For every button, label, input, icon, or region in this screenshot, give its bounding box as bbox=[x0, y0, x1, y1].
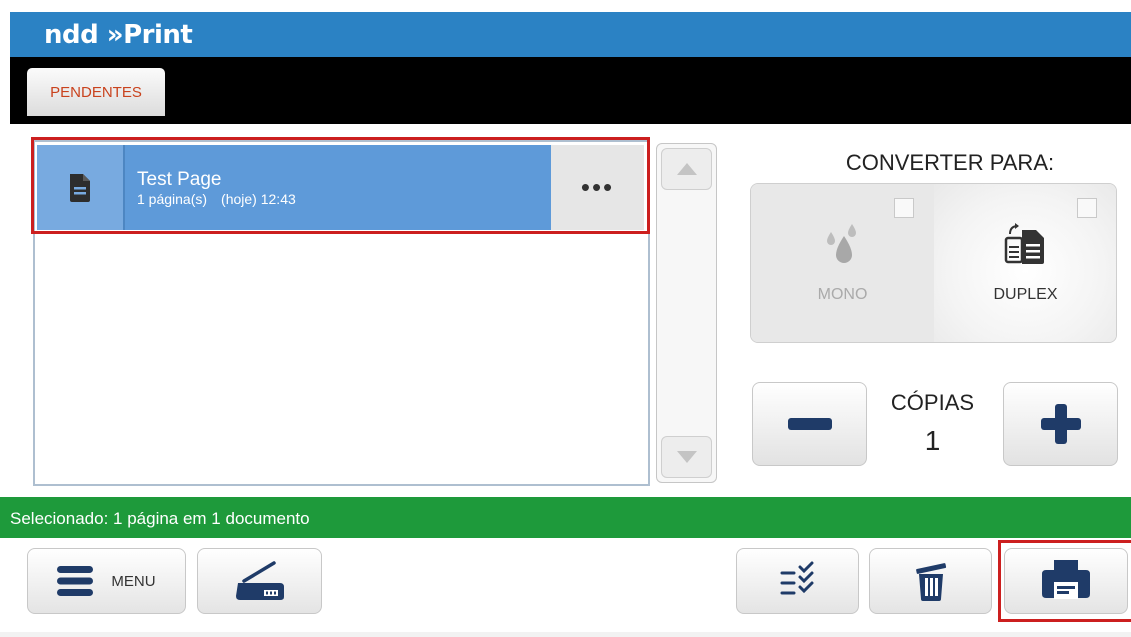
trash-icon bbox=[915, 563, 946, 601]
app-logo: ndd »Print bbox=[44, 20, 193, 50]
copies-label: CÓPIAS bbox=[890, 390, 975, 415]
option-mono[interactable]: MONO bbox=[751, 184, 934, 342]
status-text: Selecionado: 1 página em 1 documento bbox=[10, 509, 310, 528]
bottom-edge bbox=[0, 632, 1131, 637]
duplex-label: DUPLEX bbox=[993, 286, 1058, 303]
menu-label: MENU bbox=[111, 572, 156, 590]
select-all-button[interactable] bbox=[736, 548, 859, 614]
status-bar: Selecionado: 1 página em 1 documento bbox=[0, 497, 1131, 538]
scan-button[interactable] bbox=[197, 548, 322, 614]
increase-copies-button[interactable] bbox=[1003, 382, 1118, 466]
option-duplex[interactable]: DUPLEX bbox=[934, 184, 1116, 342]
menu-button[interactable]: MENU bbox=[27, 548, 186, 614]
tab-pendentes[interactable]: PENDENTES bbox=[27, 68, 165, 116]
decrease-copies-button[interactable] bbox=[752, 382, 867, 466]
ink-drops-icon bbox=[827, 224, 856, 263]
top-strip bbox=[0, 0, 1131, 12]
convert-options: MONO DUPLEX bbox=[750, 183, 1117, 343]
checklist-icon bbox=[780, 561, 813, 595]
mono-label: MONO bbox=[817, 286, 868, 303]
delete-button[interactable] bbox=[869, 548, 992, 614]
scanner-icon bbox=[235, 561, 284, 600]
print-highlight bbox=[998, 540, 1131, 622]
copies-value: 1 bbox=[924, 425, 941, 456]
minus-icon bbox=[787, 418, 832, 430]
convert-title: CONVERTER PARA: bbox=[845, 150, 1055, 175]
list-scrollbar[interactable] bbox=[656, 143, 717, 483]
mono-checkbox[interactable] bbox=[894, 198, 914, 218]
plus-icon bbox=[1040, 404, 1081, 444]
app-header: ndd »Print bbox=[10, 12, 1131, 57]
hamburger-icon bbox=[57, 566, 94, 596]
tab-bar: PENDENTES bbox=[10, 57, 1131, 124]
selection-highlight bbox=[31, 137, 650, 234]
scroll-down-button[interactable] bbox=[661, 436, 712, 478]
duplex-pages-icon bbox=[1004, 223, 1044, 264]
triangle-up-icon bbox=[676, 163, 697, 175]
triangle-down-icon bbox=[676, 451, 697, 463]
scroll-up-button[interactable] bbox=[661, 148, 712, 190]
duplex-checkbox[interactable] bbox=[1077, 198, 1097, 218]
